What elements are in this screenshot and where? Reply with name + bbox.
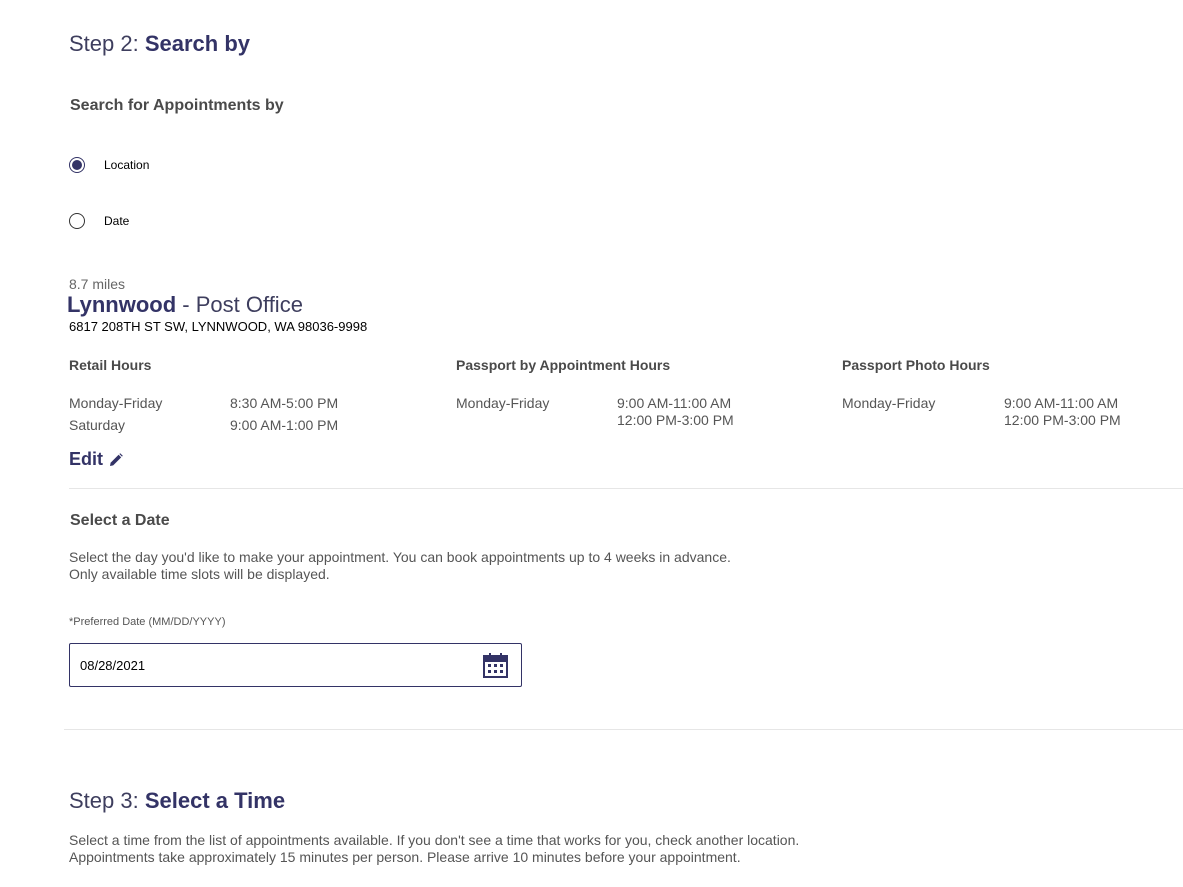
- radio-date-label[interactable]: Date: [104, 214, 129, 228]
- retail-hours-day: Monday-Friday: [69, 395, 163, 411]
- radio-location[interactable]: Location: [69, 157, 149, 173]
- preferred-date-input[interactable]: [80, 657, 460, 673]
- location-separator: -: [176, 292, 196, 317]
- edit-location-link[interactable]: Edit: [69, 449, 123, 470]
- passport-appointment-hours-time: 12:00 PM-3:00 PM: [617, 412, 734, 428]
- location-name: Lynnwood - Post Office: [67, 292, 303, 318]
- retail-hours-title: Retail Hours: [69, 357, 152, 373]
- select-date-heading: Select a Date: [70, 512, 170, 529]
- passport-appointment-hours-title: Passport by Appointment Hours: [456, 357, 671, 373]
- select-date-description: Select the day you'd like to make your a…: [69, 549, 731, 583]
- select-date-line-1: Select the day you'd like to make your a…: [69, 549, 731, 565]
- edit-label[interactable]: Edit: [69, 449, 103, 470]
- radio-date-button[interactable]: [69, 213, 85, 229]
- passport-photo-hours-time: 12:00 PM-3:00 PM: [1004, 412, 1121, 428]
- radio-date[interactable]: Date: [69, 213, 129, 229]
- step2-title: Search by: [144, 31, 251, 56]
- step3-heading: Step 3: Select a Time: [69, 788, 285, 814]
- location-address: 6817 208TH ST SW, LYNNWOOD, WA 98036-999…: [69, 319, 368, 334]
- radio-location-button[interactable]: [69, 157, 85, 173]
- passport-appointment-hours-time: 9:00 AM-11:00 AM: [617, 395, 732, 411]
- step3-title: Select a Time: [144, 788, 286, 813]
- search-by-subheading: Search for Appointments by: [70, 97, 284, 114]
- location-city: Lynnwood: [67, 292, 177, 317]
- preferred-date-field[interactable]: [69, 643, 522, 687]
- step2-heading: Step 2: Search by: [69, 31, 250, 57]
- pencil-icon: [110, 452, 123, 466]
- retail-hours-time: 9:00 AM-1:00 PM: [230, 417, 339, 433]
- retail-hours-day: Saturday: [69, 417, 126, 433]
- preferred-date-label: *Preferred Date (MM/DD/YYYY): [69, 616, 226, 628]
- step3-line-1: Select a time from the list of appointme…: [69, 832, 800, 848]
- retail-hours-time: 8:30 AM-5:00 PM: [230, 395, 339, 411]
- passport-appointment-hours-day: Monday-Friday: [456, 395, 550, 411]
- location-distance: 8.7 miles: [69, 276, 126, 292]
- step2-prefix: Step 2:: [69, 31, 139, 56]
- location-type: Post Office: [195, 292, 303, 317]
- passport-photo-hours-title: Passport Photo Hours: [842, 357, 990, 373]
- step3-prefix: Step 3:: [69, 788, 139, 813]
- step3-description: Select a time from the list of appointme…: [69, 832, 799, 866]
- radio-location-label[interactable]: Location: [104, 158, 149, 172]
- passport-photo-hours-day: Monday-Friday: [842, 395, 936, 411]
- section-divider: [64, 729, 1183, 730]
- calendar-icon[interactable]: [483, 653, 508, 681]
- section-divider: [69, 488, 1183, 489]
- step3-line-2: Appointments take approximately 15 minut…: [69, 849, 741, 865]
- select-date-line-2: Only available time slots will be displa…: [69, 566, 330, 582]
- passport-photo-hours-time: 9:00 AM-11:00 AM: [1004, 395, 1119, 411]
